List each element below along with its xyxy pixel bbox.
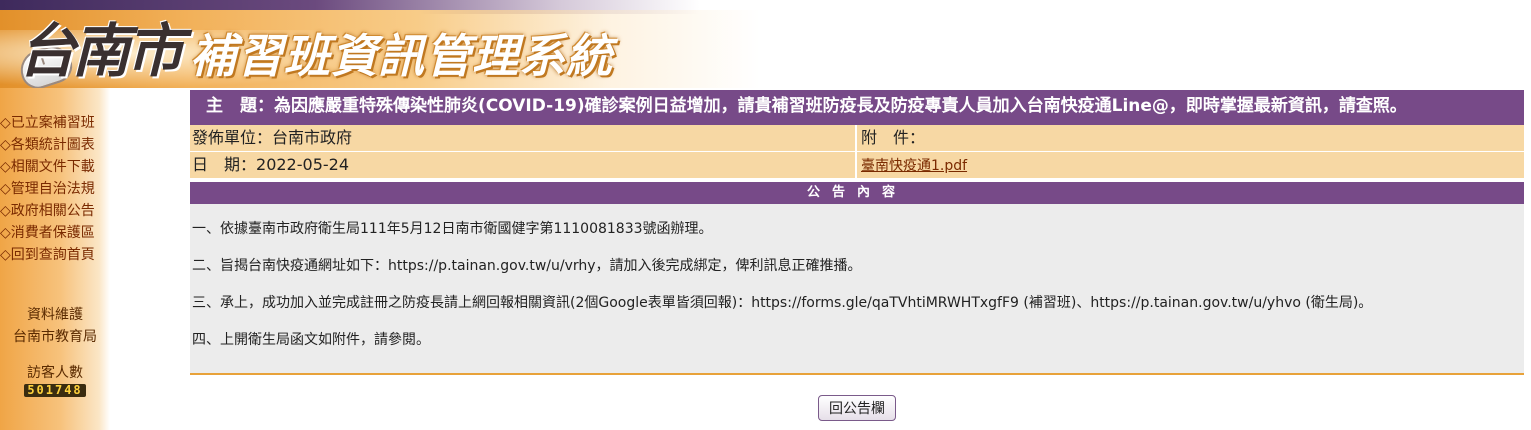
announcement-panel: 主 題：為因應嚴重特殊傳染性肺炎(COVID-19)確診案例日益增加，請貴補習班… (190, 90, 1524, 375)
visitor-count: 501748 (24, 384, 86, 397)
maintainer-label: 資料維護 (27, 307, 83, 323)
sidebar-item-query-home[interactable]: ◇回到查詢首頁 (0, 244, 95, 266)
sidebar-item-consumer-protection[interactable]: ◇消費者保護區 (0, 222, 95, 244)
sidebar-item-registered-schools[interactable]: ◇已立案補習班 (0, 112, 95, 134)
subject-bar: 主 題：為因應嚴重特殊傳染性肺炎(COVID-19)確診案例日益增加，請貴補習班… (190, 90, 1524, 125)
maintainer-info: 資料維護 台南市教育局 (0, 304, 110, 348)
date-label: 日 期： (192, 155, 257, 174)
back-to-bulletin-button[interactable]: 回公告欄 (818, 395, 896, 421)
attachment-label: 附 件： (861, 128, 926, 147)
publisher-label: 發佈單位： (192, 128, 273, 147)
date-cell: 日 期：2022-05-24 (190, 152, 857, 178)
sidebar-nav: ◇已立案補習班 ◇各類統計圖表 ◇相關文件下載 ◇管理自治法規 ◇政府相關公告 … (0, 112, 95, 266)
attachment-label-cell: 附 件： (857, 125, 1524, 151)
attachment-link[interactable]: 臺南快疫通1.pdf (861, 158, 967, 174)
visitor-label: 訪客人數 (27, 365, 83, 381)
maintainer-name: 台南市教育局 (13, 329, 97, 345)
sidebar-item-government-notices[interactable]: ◇政府相關公告 (0, 200, 95, 222)
system-title: 補習班資訊管理系統 (190, 29, 613, 83)
publisher-value: 台南市政府 (272, 128, 353, 147)
visitor-counter: 訪客人數 501748 (0, 362, 110, 398)
date-value: 2022-05-24 (256, 155, 349, 174)
paragraph: 四、上開衛生局函文如附件，請參閱。 (192, 332, 430, 348)
paragraph: 二、旨揭台南快疫通網址如下：https://p.tainan.gov.tw/u/… (192, 258, 862, 274)
attachment-link-cell: 臺南快疫通1.pdf (857, 152, 1524, 178)
city-logo: 台南市 (18, 17, 184, 85)
sidebar: ◇已立案補習班 ◇各類統計圖表 ◇相關文件下載 ◇管理自治法規 ◇政府相關公告 … (0, 88, 110, 430)
meta-row-publisher: 發佈單位：台南市政府 附 件： (190, 125, 1524, 152)
section-title: 公告內容 (190, 182, 1524, 204)
sidebar-item-statistics-charts[interactable]: ◇各類統計圖表 (0, 134, 95, 156)
announcement-body: 一、依據臺南市政府衛生局111年5月12日南市衛國健字第1110081833號函… (190, 204, 1524, 375)
sidebar-item-regulations[interactable]: ◇管理自治法規 (0, 178, 95, 200)
header-banner: 台南市 補習班資訊管理系統 (0, 0, 1531, 94)
paragraph: 三、承上，成功加入並完成註冊之防疫長請上網回報相關資訊(2個Google表單皆須… (192, 295, 1373, 311)
meta-row-date: 日 期：2022-05-24 臺南快疫通1.pdf (190, 152, 1524, 179)
sidebar-item-document-downloads[interactable]: ◇相關文件下載 (0, 156, 95, 178)
subject-text: 為因應嚴重特殊傳染性肺炎(COVID-19)確診案例日益增加，請貴補習班防疫長及… (274, 96, 1407, 116)
publisher-cell: 發佈單位：台南市政府 (190, 125, 857, 151)
subject-label: 主 題： (206, 96, 274, 116)
paragraph: 一、依據臺南市政府衛生局111年5月12日南市衛國健字第1110081833號函… (192, 221, 713, 237)
